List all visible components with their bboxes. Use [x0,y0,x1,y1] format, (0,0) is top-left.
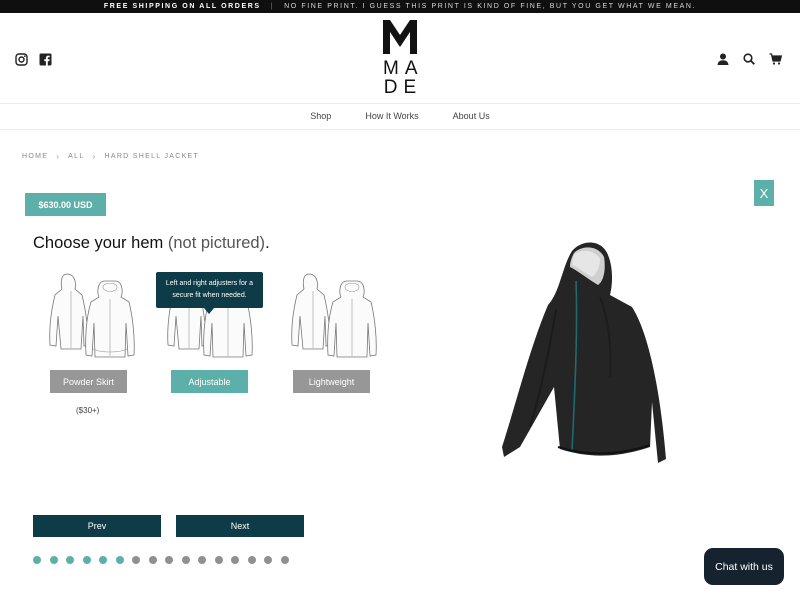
option-powder-skirt-price: ($30+) [76,406,100,415]
breadcrumb-all[interactable]: ALL [68,153,84,160]
step-title: Choose your hem (not pictured). [33,234,270,253]
step-dot[interactable] [280,556,289,564]
option-adjustable-button[interactable]: Adjustable [171,370,248,393]
step-dot[interactable] [214,556,223,564]
close-button[interactable]: X [754,180,774,206]
option-powder-skirt-image[interactable] [45,271,141,361]
step-title-end: . [265,234,270,252]
step-dot[interactable] [132,556,140,564]
brand-logo[interactable]: MA DE [377,20,423,97]
step-title-sub: (not pictured) [167,234,266,252]
main-nav: Shop How It Works About Us [0,103,800,130]
facebook-icon[interactable] [39,53,52,71]
step-dot[interactable] [247,556,256,564]
nav-item-about-us[interactable]: About Us [453,111,490,121]
option-powder-skirt-button[interactable]: Powder Skirt [50,370,127,393]
chevron-right-icon: › [56,152,61,161]
breadcrumb-home[interactable]: HOME [22,153,48,160]
step-dot[interactable] [82,556,91,564]
step-dot[interactable] [66,556,74,564]
step-dot[interactable] [231,556,239,564]
product-image [500,237,670,469]
step-dot[interactable] [115,556,124,564]
step-dot[interactable] [264,556,272,564]
step-dot[interactable] [33,556,41,564]
option-lightweight-button[interactable]: Lightweight [293,370,370,393]
prev-button[interactable]: Prev [33,515,161,537]
header-actions [717,52,783,70]
price-badge: $630.00 USD [25,193,106,216]
step-dot[interactable] [99,556,107,564]
nav-item-how-it-works[interactable]: How It Works [365,111,418,121]
instagram-icon[interactable] [15,53,28,71]
step-dot[interactable] [49,556,58,564]
jacket-icon [502,242,666,463]
search-icon[interactable] [743,52,755,70]
logo-text-bottom: DE [383,77,423,98]
jacket-sketch-icon [291,273,377,358]
option-tooltip: Left and right adjusters for a secure fi… [156,272,263,314]
breadcrumb-current: HARD SHELL JACKET [104,153,200,160]
step-progress-dots [33,556,289,564]
chevron-right-icon: › [92,152,97,161]
announcement-bar: FREE SHIPPING ON ALL ORDERS | NO FINE PR… [0,0,800,13]
step-dot[interactable] [181,556,190,564]
logo-text-top: MA [383,58,424,79]
step-dot[interactable] [165,556,173,564]
chat-button[interactable]: Chat with us [704,548,784,585]
account-icon[interactable] [717,52,729,70]
next-button[interactable]: Next [176,515,304,537]
jacket-sketch-icon [49,273,135,358]
logo-mark-icon [383,20,417,54]
announcement-bold: FREE SHIPPING ON ALL ORDERS [103,3,261,10]
nav-item-shop[interactable]: Shop [310,111,331,121]
step-title-main: Choose your hem [33,234,164,252]
step-dot[interactable] [198,556,206,564]
step-dot[interactable] [148,556,157,564]
option-lightweight-image[interactable] [287,271,383,361]
social-links [15,53,52,71]
announcement-separator: | [270,3,275,10]
breadcrumb: HOME › ALL › HARD SHELL JACKET [22,152,199,161]
announcement-message: NO FINE PRINT. I GUESS THIS PRINT IS KIN… [284,3,697,10]
site-header: MA DE [0,13,800,104]
cart-icon[interactable] [769,52,783,70]
